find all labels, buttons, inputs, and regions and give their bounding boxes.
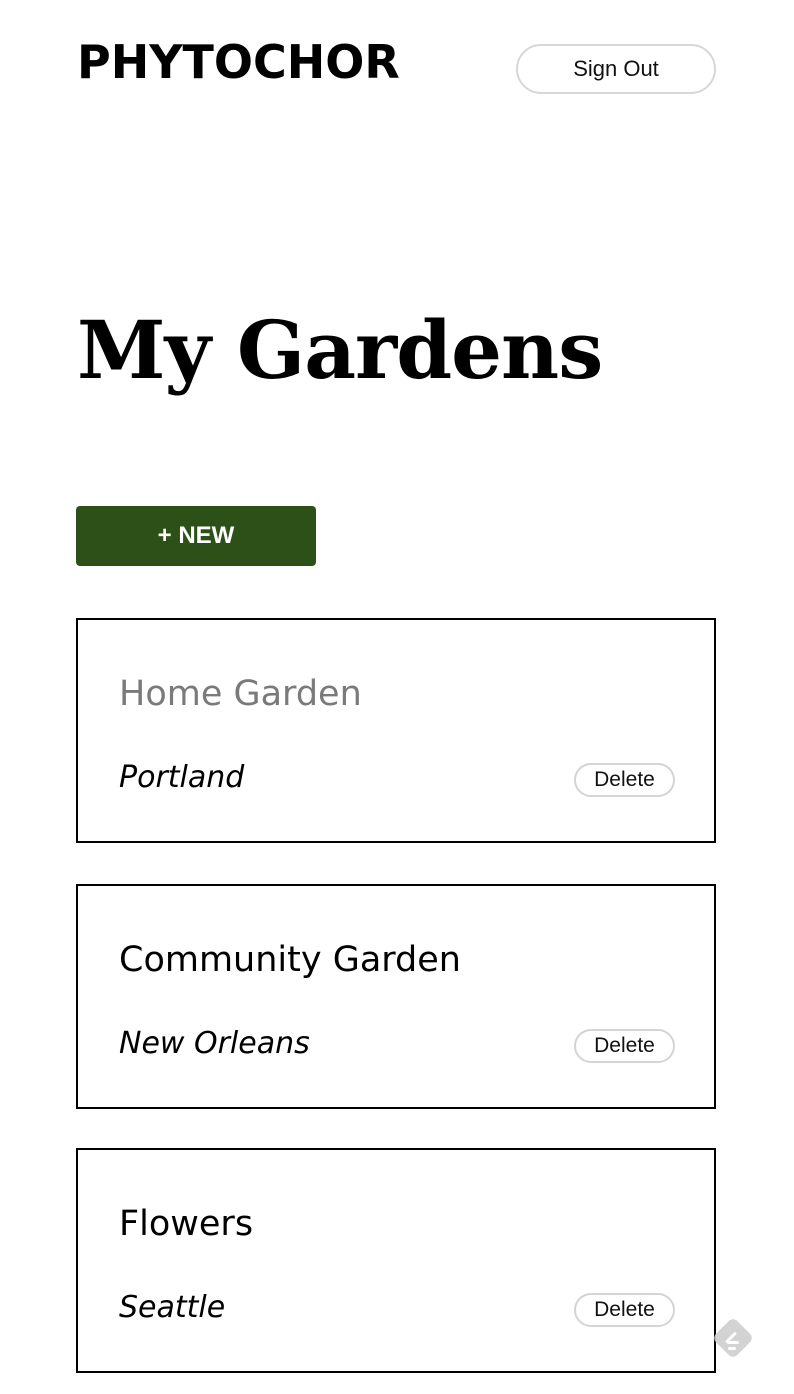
new-garden-button[interactable]: + NEW [76, 506, 316, 566]
garden-card[interactable]: Flowers Seattle Delete [76, 1148, 716, 1373]
page-title: My Gardens [77, 303, 603, 397]
garden-city: Seattle [119, 1290, 226, 1325]
app-header: PHYTOCHOR Sign Out [77, 30, 716, 100]
garden-city: New Orleans [119, 1026, 310, 1061]
sign-out-button[interactable]: Sign Out [516, 44, 716, 94]
garden-city: Portland [119, 760, 245, 795]
garden-name[interactable]: Home Garden [119, 670, 362, 718]
garden-card[interactable]: Home Garden Portland Delete [76, 618, 716, 843]
delete-button[interactable]: Delete [574, 1029, 675, 1063]
feedly-icon[interactable] [707, 1312, 759, 1364]
delete-button[interactable]: Delete [574, 763, 675, 797]
delete-button[interactable]: Delete [574, 1293, 675, 1327]
brand-logo[interactable]: PHYTOCHOR [77, 34, 400, 90]
feedly-icon-graphic [714, 1319, 752, 1357]
garden-card[interactable]: Community Garden New Orleans Delete [76, 884, 716, 1109]
garden-name[interactable]: Community Garden [119, 936, 461, 984]
garden-name[interactable]: Flowers [119, 1200, 253, 1248]
